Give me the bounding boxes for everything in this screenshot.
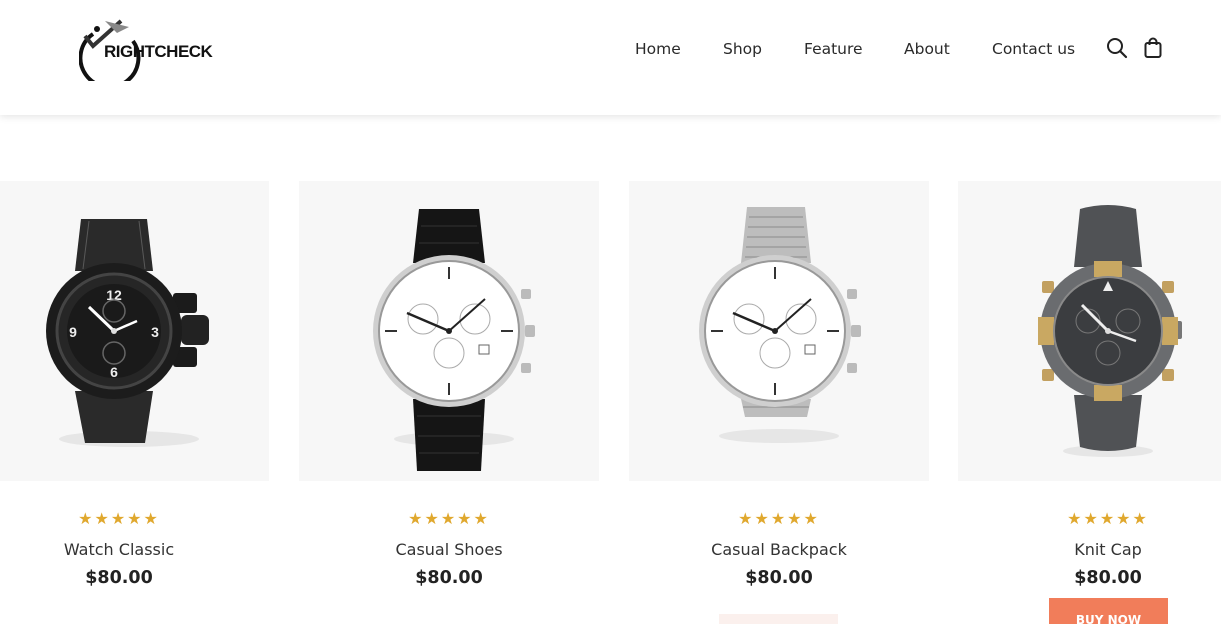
- product-price: $80.00: [745, 568, 813, 588]
- rating-stars: ★★★★★: [408, 509, 490, 528]
- white-dial-mesh-watch-icon: [699, 207, 861, 443]
- svg-text:9: 9: [69, 324, 77, 340]
- rating-stars: ★★★★★: [78, 509, 160, 528]
- product-name[interactable]: Knit Cap: [958, 540, 1221, 560]
- rating-stars: ★★★★★: [1067, 509, 1149, 528]
- product-price: $80.00: [85, 568, 153, 588]
- product-name[interactable]: Watch Classic: [0, 540, 269, 560]
- nav-feature[interactable]: Feature: [804, 38, 863, 60]
- nav-contact[interactable]: Contact us: [992, 38, 1075, 60]
- product-image[interactable]: [299, 181, 599, 481]
- shopping-bag-icon[interactable]: [1144, 37, 1162, 63]
- product-name[interactable]: Casual Backpack: [629, 540, 929, 560]
- nav-shop[interactable]: Shop: [723, 38, 762, 60]
- main-nav: Home Shop Feature About Contact us: [0, 38, 1221, 60]
- product-image[interactable]: [629, 181, 929, 481]
- buy-now-button[interactable]: BUY NOW: [1049, 598, 1168, 624]
- grey-gold-watch-icon: [1038, 205, 1182, 457]
- nav-about[interactable]: About: [904, 38, 950, 60]
- product-price: $80.00: [1074, 568, 1142, 588]
- rating-stars: ★★★★★: [738, 509, 820, 528]
- product-name[interactable]: Casual Shoes: [299, 540, 599, 560]
- nav-home[interactable]: Home: [635, 38, 681, 60]
- product-image[interactable]: 12 3 6 9: [0, 181, 269, 481]
- site-header: RIGHTCHECK Home Shop Feature About Conta…: [0, 0, 1221, 115]
- buy-button-faded: [719, 614, 838, 624]
- svg-text:6: 6: [110, 364, 118, 380]
- svg-text:3: 3: [151, 324, 159, 340]
- product-price: $80.00: [415, 568, 483, 588]
- search-icon[interactable]: [1106, 37, 1128, 63]
- white-dial-leather-watch-icon: [373, 209, 535, 471]
- product-image[interactable]: [958, 181, 1221, 481]
- black-sport-watch-icon: 12 3 6 9: [46, 219, 209, 447]
